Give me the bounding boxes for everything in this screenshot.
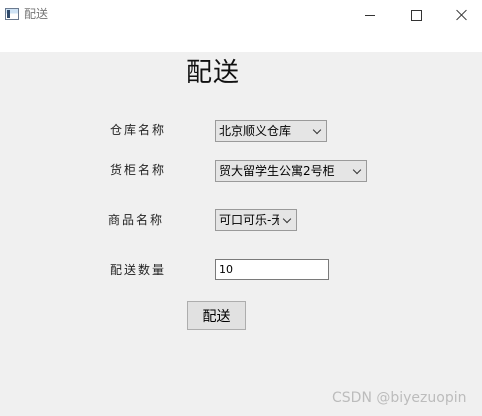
warehouse-label: 仓库名称 [110, 123, 167, 137]
warehouse-select-value: 北京顺义仓库 [219, 124, 292, 138]
goods-label: 商品名称 [108, 213, 165, 227]
cabinet-label: 货柜名称 [110, 163, 167, 177]
close-icon [456, 9, 468, 21]
warehouse-select[interactable]: 北京顺义仓库 [215, 120, 327, 142]
goods-select-value: 可口可乐-无糖 [219, 213, 279, 227]
chevron-down-icon [352, 165, 362, 175]
cabinet-select[interactable]: 贸大留学生公寓2号柜 [215, 160, 367, 182]
close-button[interactable] [439, 0, 482, 30]
cabinet-select-value: 贸大留学生公寓2号柜 [219, 164, 335, 178]
chevron-down-icon [282, 214, 292, 224]
page-title: 配送 [186, 58, 241, 88]
goods-select[interactable]: 可口可乐-无糖 [215, 209, 297, 231]
window-title: 配送 [24, 7, 49, 21]
minimize-button[interactable] [347, 0, 393, 30]
quantity-input[interactable] [215, 259, 329, 280]
minimize-icon [365, 14, 375, 16]
maximize-icon [410, 9, 422, 21]
app-window-icon [5, 8, 19, 20]
deliver-button[interactable]: 配送 [187, 301, 246, 330]
watermark: CSDN @biyezuopin [332, 390, 467, 406]
quantity-label: 配送数量 [110, 263, 167, 277]
title-bar: 配送 [0, 0, 482, 52]
chevron-down-icon [312, 125, 322, 135]
maximize-button[interactable] [393, 0, 439, 30]
